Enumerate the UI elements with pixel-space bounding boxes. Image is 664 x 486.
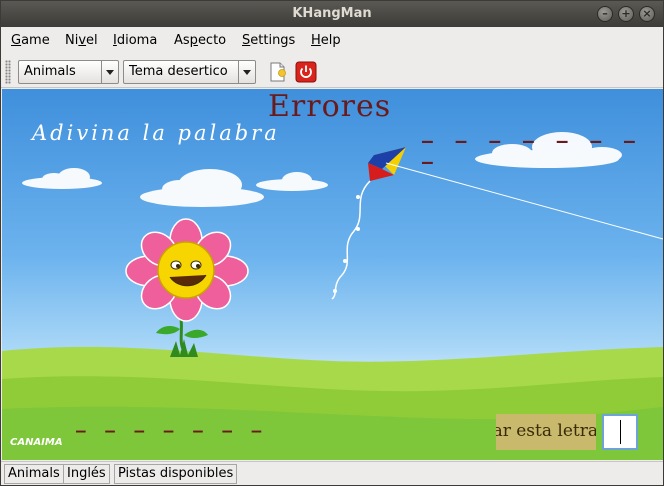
hidden-word: — — — — — — — — [76, 421, 267, 440]
theme-select[interactable]: Tema desertico — [123, 60, 256, 84]
menu-aspecto[interactable]: Aspecto — [174, 33, 226, 48]
status-category: Animals — [4, 464, 64, 484]
try-letter-label: Jugar esta letra — [496, 421, 596, 441]
errors-label: Errores — [268, 89, 392, 124]
app-window: KHangMan – + × Game Nivel Idioma Aspecto… — [0, 0, 664, 486]
status-bar: Animals Inglés Pistas disponibles — [1, 461, 663, 485]
theme-select-value: Tema desertico — [129, 64, 228, 79]
power-icon — [295, 61, 317, 83]
status-hints: Pistas disponibles — [114, 464, 238, 484]
toolbar: Animals Tema desertico — [1, 56, 663, 88]
canaima-logo: CANAIMA — [10, 437, 63, 448]
menu-idioma[interactable]: Idioma — [113, 33, 157, 48]
try-letter-button[interactable]: Jugar esta letra — [496, 414, 596, 450]
close-button[interactable]: × — [639, 6, 655, 22]
maximize-button[interactable]: + — [618, 6, 634, 22]
letter-input[interactable] — [602, 414, 638, 450]
missed-letters: — — — — — — — — — [422, 131, 641, 173]
chevron-down-icon — [238, 61, 255, 83]
quit-button[interactable] — [295, 61, 317, 83]
menu-nivel[interactable]: Nivel — [65, 33, 98, 48]
category-select[interactable]: Animals — [18, 60, 119, 84]
game-board: Adivina la palabra Errores — — — — — — —… — [2, 89, 663, 460]
title-bar[interactable]: KHangMan – + × — [1, 1, 663, 27]
new-document-icon — [270, 62, 286, 82]
window-title: KHangMan — [292, 6, 372, 21]
toolbar-grip[interactable] — [5, 60, 11, 84]
status-language: Inglés — [63, 464, 110, 484]
guess-word-label: Adivina la palabra — [32, 121, 280, 145]
menu-bar: Game Nivel Idioma Aspecto Settings Help — [1, 28, 663, 55]
new-game-button[interactable] — [267, 61, 289, 83]
category-select-value: Animals — [24, 64, 76, 79]
minimize-button[interactable]: – — [597, 6, 613, 22]
menu-help[interactable]: Help — [311, 33, 341, 48]
menu-settings[interactable]: Settings — [242, 33, 295, 48]
menu-game[interactable]: Game — [11, 33, 50, 48]
chevron-down-icon — [101, 61, 118, 83]
